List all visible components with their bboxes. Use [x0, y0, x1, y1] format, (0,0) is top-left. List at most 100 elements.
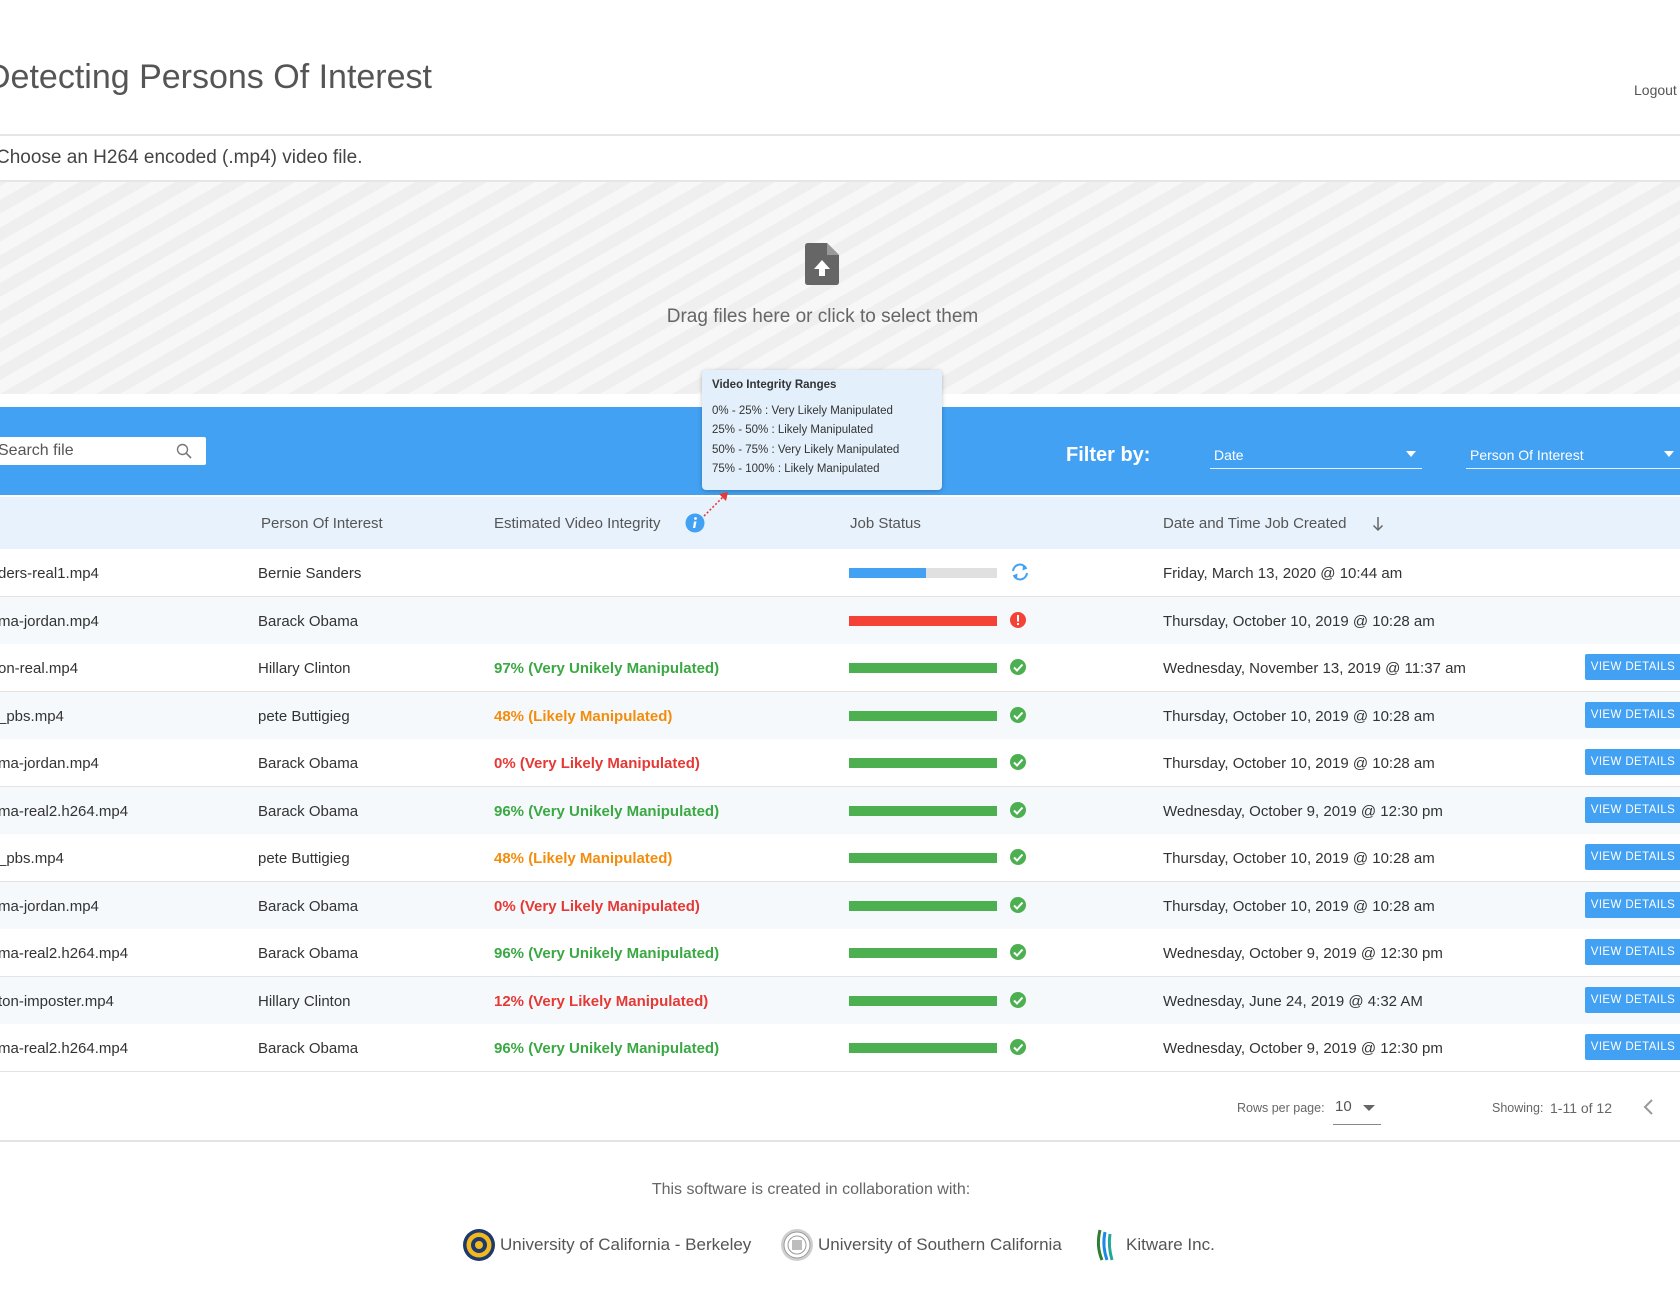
column-header-integrity[interactable]: Estimated Video Integrity: [494, 515, 660, 532]
table-row[interactable]: _pbs.mp4 pete Buttigieg 48% (Likely Manipu…: [0, 692, 1680, 740]
job-progress-fill: [849, 853, 997, 863]
view-details-button[interactable]: VIEW DETAILS: [1585, 987, 1680, 1013]
check-circle-icon: [1010, 897, 1026, 913]
logout-link[interactable]: Logout: [1634, 82, 1677, 98]
dropzone-text: Drag files here or click to select them: [666, 306, 979, 327]
file-name: ma-jordan.mp4: [0, 613, 99, 630]
sync-icon: [1012, 563, 1028, 581]
job-progress-fill: [849, 996, 997, 1006]
kitware-logo-icon: [1096, 1229, 1114, 1261]
job-created-date: Thursday, October 10, 2019 @ 10:28 am: [1163, 898, 1435, 915]
file-name: ders-real1.mp4: [0, 565, 99, 582]
job-created-date: Wednesday, October 9, 2019 @ 12:30 pm: [1163, 803, 1443, 820]
integrity-value: 48% (Likely Manipulated): [494, 708, 673, 725]
check-circle-icon: [1010, 754, 1026, 770]
column-header-date[interactable]: Date and Time Job Created: [1163, 515, 1346, 532]
table-row[interactable]: ma-real2.h264.mp4 Barack Obama 96% (Very U…: [0, 929, 1680, 977]
table-row[interactable]: ton-imposter.mp4 Hillary Clinton 12% (Very…: [0, 977, 1680, 1025]
search-input[interactable]: [0, 437, 168, 465]
job-created-date: Wednesday, October 9, 2019 @ 12:30 pm: [1163, 945, 1443, 962]
date-filter-select[interactable]: Date: [1210, 442, 1422, 469]
tooltip-range-line: 25% - 50% : Likely Manipulated: [712, 424, 874, 436]
partner-name: Kitware Inc.: [1126, 1235, 1215, 1254]
tooltip-pointer-arrow: [703, 492, 728, 517]
integrity-value: 0% (Very Likely Manipulated): [494, 898, 700, 915]
search-box: [0, 437, 206, 465]
view-details-button[interactable]: VIEW DETAILS: [1585, 1034, 1680, 1060]
view-details-button[interactable]: VIEW DETAILS: [1585, 654, 1680, 680]
table-row[interactable]: ma-real2.h264.mp4 Barack Obama 96% (Very U…: [0, 1024, 1680, 1072]
integrity-value: 96% (Very Unikely Manipulated): [494, 803, 720, 820]
job-progress-bar: [849, 948, 997, 958]
caret-down-icon: [1664, 451, 1674, 457]
job-created-date: Thursday, October 10, 2019 @ 10:28 am: [1163, 755, 1435, 772]
tooltip-range-line: 75% - 100% : Likely Manipulated: [712, 463, 880, 475]
collaboration-text: This software is created in collaboratio…: [651, 1181, 971, 1198]
caret-down-icon: [1406, 451, 1416, 457]
poi-filter-value: Person Of Interest: [1470, 447, 1584, 463]
check-circle-icon: [1010, 707, 1026, 723]
file-name: ma-real2.h264.mp4: [0, 1040, 129, 1057]
chevron-left-icon[interactable]: [1642, 1098, 1654, 1116]
job-progress-fill: [849, 568, 926, 578]
table-row[interactable]: ma-jordan.mp4 Barack Obama 0% (Very Likely…: [0, 882, 1680, 930]
file-name: on-real.mp4: [0, 660, 79, 677]
job-progress-fill: [849, 711, 997, 721]
job-progress-fill: [849, 806, 997, 816]
tooltip-title: Video Integrity Ranges: [712, 379, 837, 391]
integrity-value: 97% (Very Unikely Manipulated): [494, 660, 720, 677]
showing-value: 1-11 of 12: [1550, 1100, 1613, 1116]
integrity-ranges-tooltip: Video Integrity Ranges 0% - 25% : Very L…: [702, 370, 942, 490]
view-details-button[interactable]: VIEW DETAILS: [1585, 892, 1680, 918]
tooltip-range-line: 50% - 75% : Very Likely Manipulated: [712, 444, 900, 456]
table-row[interactable]: ma-real2.h264.mp4 Barack Obama 96% (Very U…: [0, 787, 1680, 835]
arrow-down-icon[interactable]: [1372, 516, 1384, 532]
table-row[interactable]: ders-real1.mp4 Bernie Sanders Friday, Marc…: [0, 549, 1680, 597]
tooltip-range-line: 0% - 25% : Very Likely Manipulated: [712, 405, 893, 417]
view-details-button[interactable]: VIEW DETAILS: [1585, 797, 1680, 823]
job-progress-fill: [849, 758, 997, 768]
rows-per-page-label: Rows per page:: [1237, 1101, 1325, 1115]
date-filter-value: Date: [1214, 447, 1244, 463]
page-title: Detecting Persons Of Interest: [0, 58, 432, 96]
rows-per-page-select[interactable]: 10: [1333, 1096, 1381, 1125]
divider: [0, 134, 1680, 136]
file-name: ton-imposter.mp4: [0, 993, 114, 1010]
usc-seal-icon: [781, 1229, 813, 1261]
person-of-interest: pete Buttigieg: [258, 850, 350, 867]
column-header-status[interactable]: Job Status: [850, 515, 921, 532]
table-row[interactable]: on-real.mp4 Hillary Clinton 97% (Very Unik…: [0, 644, 1680, 692]
job-created-date: Thursday, October 10, 2019 @ 10:28 am: [1163, 613, 1435, 630]
person-of-interest: Barack Obama: [258, 803, 359, 820]
person-of-interest: Barack Obama: [258, 945, 359, 962]
file-name: ma-real2.h264.mp4: [0, 945, 129, 962]
rows-per-page-value: 10: [1335, 1098, 1352, 1115]
job-created-date: Thursday, October 10, 2019 @ 10:28 am: [1163, 708, 1435, 725]
file-name: ma-jordan.mp4: [0, 898, 99, 915]
job-progress-bar: [849, 758, 997, 768]
check-circle-icon: [1010, 849, 1026, 865]
integrity-value: 96% (Very Unikely Manipulated): [494, 945, 720, 962]
caret-down-icon: [1363, 1105, 1375, 1111]
job-created-date: Wednesday, June 24, 2019 @ 4:32 AM: [1163, 993, 1423, 1010]
column-header-person[interactable]: Person Of Interest: [261, 515, 383, 532]
person-of-interest: Barack Obama: [258, 613, 359, 630]
search-icon[interactable]: [176, 443, 192, 459]
table-row[interactable]: ma-jordan.mp4 Barack Obama 0% (Very Likely…: [0, 739, 1680, 787]
filter-label: Filter by:: [1066, 444, 1151, 466]
job-progress-fill: [849, 616, 997, 626]
view-details-button[interactable]: VIEW DETAILS: [1585, 749, 1680, 775]
job-progress-fill: [849, 901, 997, 911]
view-details-button[interactable]: VIEW DETAILS: [1585, 939, 1680, 965]
table-row[interactable]: _pbs.mp4 pete Buttigieg 48% (Likely Manipu…: [0, 834, 1680, 882]
person-of-interest: pete Buttigieg: [258, 708, 350, 725]
poi-filter-select[interactable]: Person Of Interest: [1466, 442, 1680, 469]
table-row[interactable]: ma-jordan.mp4 Barack Obama Thursday, Octob…: [0, 597, 1680, 645]
job-progress-bar: [849, 568, 997, 578]
file-dropzone[interactable]: [0, 182, 1680, 394]
berkeley-seal-icon: [463, 1229, 495, 1261]
table-footer: [0, 1072, 1680, 1142]
view-details-button[interactable]: VIEW DETAILS: [1585, 702, 1680, 728]
job-progress-bar: [849, 1043, 997, 1053]
view-details-button[interactable]: VIEW DETAILS: [1585, 844, 1680, 870]
